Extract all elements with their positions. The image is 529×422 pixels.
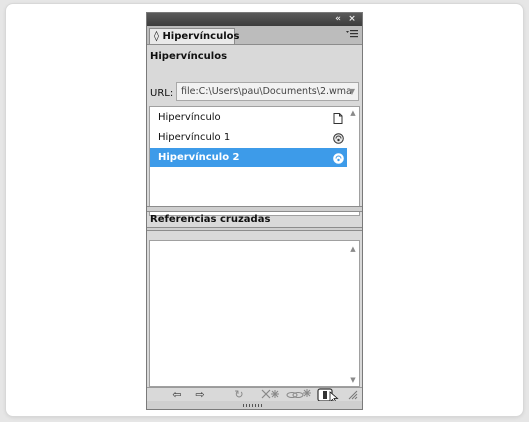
document-icon: [333, 112, 343, 124]
tab-row: ◊ Hipervínculos: [147, 26, 362, 45]
create-link-icon[interactable]: [260, 388, 282, 402]
url-dropdown-icon[interactable]: ▼: [349, 83, 355, 100]
tab-label: Hipervínculos: [162, 31, 240, 42]
panel-menu-icon[interactable]: [346, 30, 358, 41]
scroll-down-icon[interactable]: ▼: [347, 376, 359, 384]
panel-bottom-toolbar: ⇦ ⇨ ↻: [147, 387, 362, 404]
url-value: file:C:\Users\pau\Documents\2.wma: [181, 86, 352, 97]
cross-references-scrollbar[interactable]: ▲ ▼: [347, 241, 359, 386]
chain-link-icon[interactable]: [286, 388, 312, 402]
previous-arrow-icon[interactable]: ⇦: [169, 388, 185, 402]
scroll-up-icon[interactable]: ▲: [347, 109, 359, 117]
hyperlinks-scrollbar[interactable]: ▲ ▼: [347, 107, 359, 215]
scroll-up-icon[interactable]: ▲: [347, 245, 359, 253]
tab-hyperlinks[interactable]: ◊ Hipervínculos: [149, 28, 239, 44]
close-panel-button[interactable]: ×: [346, 13, 358, 26]
panel-bottom-grip[interactable]: [147, 401, 362, 409]
url-globe-icon: [333, 132, 344, 144]
list-item-label: Hipervínculo: [158, 112, 221, 123]
delete-link-button[interactable]: [317, 388, 339, 404]
list-item-hyperlink[interactable]: Hipervínculo 1: [150, 128, 347, 147]
collapse-panel-button[interactable]: «: [332, 13, 344, 26]
hyperlinks-section-title: Hipervínculos: [150, 51, 228, 62]
cross-references-title: Referencias cruzadas: [150, 214, 271, 225]
url-field[interactable]: file:C:\Users\pau\Documents\2.wma ▼: [176, 82, 359, 101]
tab-arrows-icon: ◊: [154, 31, 159, 42]
panel-titlebar: « ×: [147, 13, 362, 26]
list-item-label: Hipervínculo 2: [158, 152, 240, 163]
refresh-icon[interactable]: ↻: [232, 388, 246, 402]
hyperlinks-list: Hipervínculo Hipervínculo 1 Hipervínculo…: [149, 106, 360, 216]
next-arrow-icon[interactable]: ⇨: [192, 388, 208, 402]
list-item-label: Hipervínculo 1: [158, 132, 231, 143]
cross-references-list: ▲ ▼: [149, 240, 360, 387]
hyperlinks-panel: « × ◊ Hipervínculos Hipervínculos URL: f…: [146, 12, 363, 410]
grip-handle-icon[interactable]: [243, 404, 263, 407]
url-globe-icon: [333, 152, 344, 164]
url-label: URL:: [150, 88, 174, 99]
list-item-hyperlink[interactable]: Hipervínculo: [150, 108, 347, 127]
section-divider[interactable]: [147, 206, 362, 212]
cross-references-divider: [147, 227, 362, 231]
resize-grip-icon[interactable]: [345, 388, 359, 402]
list-item-hyperlink-selected[interactable]: Hipervínculo 2: [150, 148, 347, 167]
